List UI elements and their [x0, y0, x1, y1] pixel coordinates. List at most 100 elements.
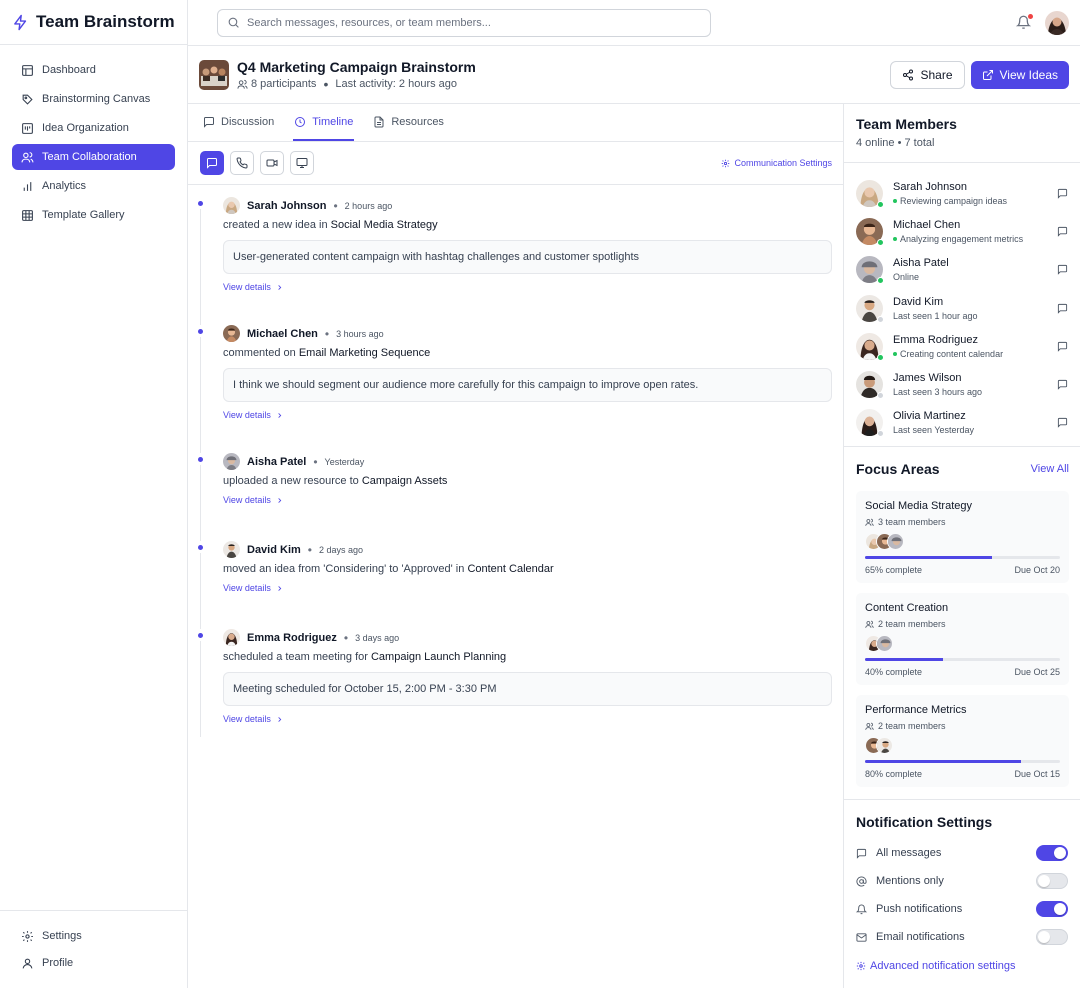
- users-icon: [21, 151, 42, 164]
- event-target[interactable]: Content Calendar: [467, 563, 553, 575]
- communication-settings-link[interactable]: Communication Settings: [721, 158, 832, 168]
- event-target[interactable]: Email Marketing Sequence: [299, 347, 430, 359]
- gear-icon: [21, 930, 42, 943]
- avatar: [856, 179, 884, 208]
- event-author[interactable]: David Kim: [247, 544, 301, 556]
- sidebar-item-dashboard[interactable]: Dashboard: [12, 57, 175, 83]
- avatar[interactable]: [223, 541, 240, 558]
- focus-area-card[interactable]: Social Media Strategy 3 team members 65%…: [856, 491, 1069, 584]
- message-square-icon: [203, 116, 221, 128]
- message-icon[interactable]: [1057, 188, 1068, 199]
- share-label: Share: [920, 67, 953, 82]
- screen-share-button[interactable]: [290, 151, 314, 175]
- member-info: James Wilson Last seen 3 hours ago: [893, 372, 982, 397]
- message-icon[interactable]: [1057, 264, 1068, 275]
- member-row[interactable]: Emma Rodriguez Creating content calendar: [856, 327, 1068, 365]
- sidebar-bottom: Settings Profile: [0, 910, 187, 988]
- notification-label: Email notifications: [876, 931, 965, 944]
- member-row[interactable]: Olivia Martinez Last seen Yesterday: [856, 404, 1068, 442]
- sidebar-item-team-collaboration[interactable]: Team Collaboration: [12, 144, 175, 170]
- message-icon[interactable]: [1057, 417, 1068, 429]
- view-details-link[interactable]: View details: [223, 410, 832, 420]
- focus-area-card[interactable]: Performance Metrics 2 team members 80% c…: [856, 695, 1069, 788]
- timeline-dot: [198, 545, 203, 550]
- progress-label: 80% complete: [865, 769, 923, 780]
- offline-status: [877, 315, 884, 323]
- share-button[interactable]: Share: [890, 60, 965, 89]
- avatar: [856, 409, 884, 438]
- sidebar-item-idea-organization[interactable]: Idea Organization: [12, 115, 175, 141]
- tab-resources[interactable]: Resources: [372, 104, 445, 141]
- focus-area-footer: 65% complete Due Oct 20: [865, 565, 1060, 575]
- email-notifications-toggle[interactable]: [1036, 929, 1068, 946]
- push-notifications-toggle[interactable]: [1036, 901, 1068, 918]
- avatar[interactable]: [223, 325, 240, 342]
- chat-button[interactable]: [200, 151, 224, 175]
- view-details-link[interactable]: View details: [223, 282, 832, 292]
- user-avatar[interactable]: [1045, 10, 1069, 35]
- view-ideas-button[interactable]: View Ideas: [970, 60, 1069, 89]
- member-row[interactable]: James Wilson Last seen 3 hours ago: [856, 365, 1068, 403]
- brand[interactable]: Team Brainstorm: [0, 0, 187, 45]
- online-status: [877, 238, 884, 246]
- sidebar-item-settings[interactable]: Settings: [12, 923, 175, 949]
- avatar[interactable]: [223, 453, 240, 470]
- view-details-link[interactable]: View details: [223, 495, 832, 505]
- event-author[interactable]: Michael Chen: [247, 328, 318, 340]
- avatar[interactable]: [223, 629, 240, 646]
- event-target[interactable]: Social Media Strategy: [331, 219, 438, 231]
- sidebar-item-brainstorming-canvas[interactable]: Brainstorming Canvas: [12, 86, 175, 112]
- notification-label: Mentions only: [876, 875, 944, 888]
- center-panel: Discussion Timeline Resources Communicat…: [188, 104, 844, 988]
- member-row[interactable]: Sarah Johnson Reviewing campaign ideas: [856, 174, 1068, 212]
- content-body: Discussion Timeline Resources Communicat…: [188, 104, 1080, 988]
- progress-label: 65% complete: [865, 565, 923, 576]
- online-status: [877, 277, 884, 285]
- tab-discussion[interactable]: Discussion: [202, 104, 275, 141]
- kanban-icon: [21, 122, 42, 135]
- member-row[interactable]: Michael Chen Analyzing engagement metrics: [856, 212, 1068, 250]
- search-input[interactable]: [247, 16, 687, 29]
- team-members-title: Team Members: [856, 116, 957, 132]
- message-icon[interactable]: [1057, 379, 1068, 390]
- progress-fill: [865, 760, 1021, 764]
- members-count: 3 team members: [878, 517, 946, 528]
- project-meta: 8 participants • Last activity: 2 hours …: [237, 77, 476, 91]
- sidebar-item-analytics[interactable]: Analytics: [12, 173, 175, 199]
- sidebar-item-template-gallery[interactable]: Template Gallery: [12, 202, 175, 228]
- message-icon[interactable]: [1057, 226, 1068, 237]
- view-details-link[interactable]: View details: [223, 714, 832, 724]
- event-author[interactable]: Aisha Patel: [247, 456, 306, 468]
- message-icon[interactable]: [1057, 303, 1068, 314]
- member-row[interactable]: Aisha Patel Online: [856, 251, 1068, 289]
- all-messages-toggle[interactable]: [1036, 845, 1068, 862]
- view-all-link[interactable]: View All: [1031, 463, 1069, 475]
- view-details-link[interactable]: View details: [223, 583, 832, 593]
- event-target[interactable]: Campaign Assets: [362, 475, 448, 487]
- members-count: 2 team members: [878, 721, 946, 732]
- event-target[interactable]: Campaign Launch Planning: [371, 651, 506, 663]
- separator-dot: •: [333, 198, 338, 213]
- member-row[interactable]: David Kim Last seen 1 hour ago: [856, 289, 1068, 327]
- sidebar-item-profile[interactable]: Profile: [12, 950, 175, 976]
- right-panel: Team Members 4 online • 7 total Sarah Jo…: [844, 104, 1080, 988]
- notifications-button[interactable]: [1016, 14, 1033, 30]
- message-icon[interactable]: [1057, 341, 1068, 352]
- event-author[interactable]: Sarah Johnson: [247, 200, 326, 212]
- mentions-only-toggle[interactable]: [1036, 873, 1068, 890]
- focus-area-card[interactable]: Content Creation 2 team members 40% comp…: [856, 593, 1069, 686]
- participants-count: 8 participants: [251, 78, 317, 90]
- users-icon: [865, 722, 878, 731]
- event-action: created a new idea in: [223, 219, 328, 231]
- video-button[interactable]: [260, 151, 284, 175]
- search-box[interactable]: [217, 8, 711, 37]
- clock-icon: [294, 116, 312, 128]
- tab-timeline[interactable]: Timeline: [293, 104, 355, 141]
- advanced-notification-settings-link[interactable]: Advanced notification settings: [856, 960, 1068, 972]
- avatar[interactable]: [223, 197, 240, 214]
- message-icon: [856, 848, 876, 859]
- team-summary: 4 online • 7 total: [856, 137, 935, 149]
- call-button[interactable]: [230, 151, 254, 175]
- event-author[interactable]: Emma Rodriguez: [247, 632, 337, 644]
- view-details-label: View details: [223, 583, 271, 593]
